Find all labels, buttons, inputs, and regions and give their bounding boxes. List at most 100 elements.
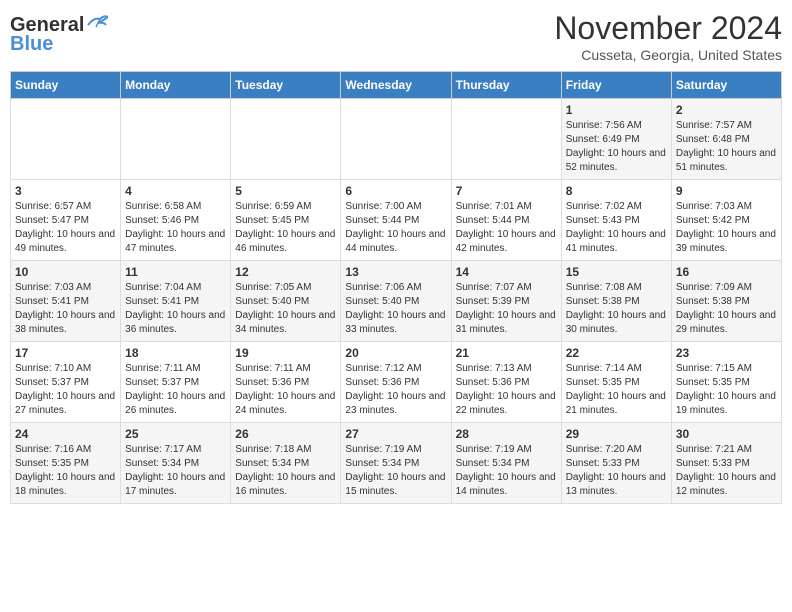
calendar-cell: 23 Sunrise: 7:15 AM Sunset: 5:35 PM Dayli… <box>671 342 781 423</box>
day-info: Sunrise: 7:57 AM Sunset: 6:48 PM Dayligh… <box>676 120 776 173</box>
week-row-1: 1 Sunrise: 7:56 AM Sunset: 6:49 PM Daylig… <box>11 99 782 180</box>
calendar-header-row: SundayMondayTuesdayWednesdayThursdayFrid… <box>11 72 782 99</box>
logo-blue: Blue <box>10 33 53 56</box>
day-info: Sunrise: 6:57 AM Sunset: 5:47 PM Dayligh… <box>15 201 115 254</box>
calendar-cell <box>121 99 231 180</box>
day-number: 30 <box>676 427 777 441</box>
day-number: 24 <box>15 427 116 441</box>
calendar-cell <box>341 99 451 180</box>
header-tuesday: Tuesday <box>231 72 341 99</box>
day-number: 10 <box>15 265 116 279</box>
logo-bird-icon <box>86 15 108 33</box>
day-number: 27 <box>345 427 446 441</box>
calendar-cell: 6 Sunrise: 7:00 AM Sunset: 5:44 PM Daylig… <box>341 180 451 261</box>
day-info: Sunrise: 7:03 AM Sunset: 5:41 PM Dayligh… <box>15 282 115 335</box>
day-number: 7 <box>456 184 557 198</box>
calendar-table: SundayMondayTuesdayWednesdayThursdayFrid… <box>10 71 782 504</box>
calendar-cell <box>451 99 561 180</box>
day-info: Sunrise: 7:21 AM Sunset: 5:33 PM Dayligh… <box>676 444 776 497</box>
day-info: Sunrise: 7:08 AM Sunset: 5:38 PM Dayligh… <box>566 282 666 335</box>
day-number: 23 <box>676 346 777 360</box>
day-number: 6 <box>345 184 446 198</box>
day-info: Sunrise: 7:56 AM Sunset: 6:49 PM Dayligh… <box>566 120 666 173</box>
day-number: 16 <box>676 265 777 279</box>
day-info: Sunrise: 7:17 AM Sunset: 5:34 PM Dayligh… <box>125 444 225 497</box>
day-info: Sunrise: 6:59 AM Sunset: 5:45 PM Dayligh… <box>235 201 335 254</box>
calendar-cell: 2 Sunrise: 7:57 AM Sunset: 6:48 PM Daylig… <box>671 99 781 180</box>
calendar-cell: 18 Sunrise: 7:11 AM Sunset: 5:37 PM Dayli… <box>121 342 231 423</box>
day-number: 25 <box>125 427 226 441</box>
day-number: 17 <box>15 346 116 360</box>
day-info: Sunrise: 7:11 AM Sunset: 5:36 PM Dayligh… <box>235 363 335 416</box>
day-number: 11 <box>125 265 226 279</box>
month-title: November 2024 <box>554 10 782 47</box>
day-info: Sunrise: 7:13 AM Sunset: 5:36 PM Dayligh… <box>456 363 556 416</box>
day-number: 26 <box>235 427 336 441</box>
day-info: Sunrise: 7:04 AM Sunset: 5:41 PM Dayligh… <box>125 282 225 335</box>
day-info: Sunrise: 7:05 AM Sunset: 5:40 PM Dayligh… <box>235 282 335 335</box>
calendar-cell: 30 Sunrise: 7:21 AM Sunset: 5:33 PM Dayli… <box>671 423 781 504</box>
calendar-cell <box>231 99 341 180</box>
day-number: 3 <box>15 184 116 198</box>
calendar-cell: 25 Sunrise: 7:17 AM Sunset: 5:34 PM Dayli… <box>121 423 231 504</box>
calendar-cell: 13 Sunrise: 7:06 AM Sunset: 5:40 PM Dayli… <box>341 261 451 342</box>
day-number: 21 <box>456 346 557 360</box>
day-info: Sunrise: 7:06 AM Sunset: 5:40 PM Dayligh… <box>345 282 445 335</box>
day-info: Sunrise: 7:15 AM Sunset: 5:35 PM Dayligh… <box>676 363 776 416</box>
calendar-cell <box>11 99 121 180</box>
calendar-cell: 12Sunrise: 7:05 AM Sunset: 5:40 PM Dayli… <box>231 261 341 342</box>
day-number: 8 <box>566 184 667 198</box>
header-monday: Monday <box>121 72 231 99</box>
day-info: Sunrise: 7:11 AM Sunset: 5:37 PM Dayligh… <box>125 363 225 416</box>
calendar-cell: 20 Sunrise: 7:12 AM Sunset: 5:36 PM Dayli… <box>341 342 451 423</box>
day-info: Sunrise: 7:16 AM Sunset: 5:35 PM Dayligh… <box>15 444 115 497</box>
calendar-cell: 24 Sunrise: 7:16 AM Sunset: 5:35 PM Dayli… <box>11 423 121 504</box>
day-info: Sunrise: 7:19 AM Sunset: 5:34 PM Dayligh… <box>456 444 556 497</box>
calendar-cell: 9Sunrise: 7:03 AM Sunset: 5:42 PM Daylig… <box>671 180 781 261</box>
day-info: Sunrise: 7:10 AM Sunset: 5:37 PM Dayligh… <box>15 363 115 416</box>
day-number: 29 <box>566 427 667 441</box>
day-info: Sunrise: 7:00 AM Sunset: 5:44 PM Dayligh… <box>345 201 445 254</box>
week-row-2: 3 Sunrise: 6:57 AM Sunset: 5:47 PM Daylig… <box>11 180 782 261</box>
week-row-3: 10 Sunrise: 7:03 AM Sunset: 5:41 PM Dayli… <box>11 261 782 342</box>
day-info: Sunrise: 7:01 AM Sunset: 5:44 PM Dayligh… <box>456 201 556 254</box>
page-header: General Blue November 2024 Cusseta, Geor… <box>10 10 782 63</box>
day-number: 9 <box>676 184 777 198</box>
calendar-cell: 11 Sunrise: 7:04 AM Sunset: 5:41 PM Dayli… <box>121 261 231 342</box>
calendar-cell: 17 Sunrise: 7:10 AM Sunset: 5:37 PM Dayli… <box>11 342 121 423</box>
week-row-4: 17 Sunrise: 7:10 AM Sunset: 5:37 PM Dayli… <box>11 342 782 423</box>
day-info: Sunrise: 6:58 AM Sunset: 5:46 PM Dayligh… <box>125 201 225 254</box>
header-thursday: Thursday <box>451 72 561 99</box>
day-info: Sunrise: 7:12 AM Sunset: 5:36 PM Dayligh… <box>345 363 445 416</box>
day-info: Sunrise: 7:07 AM Sunset: 5:39 PM Dayligh… <box>456 282 556 335</box>
day-number: 20 <box>345 346 446 360</box>
calendar-cell: 28 Sunrise: 7:19 AM Sunset: 5:34 PM Dayli… <box>451 423 561 504</box>
day-number: 1 <box>566 103 667 117</box>
day-number: 2 <box>676 103 777 117</box>
week-row-5: 24 Sunrise: 7:16 AM Sunset: 5:35 PM Dayli… <box>11 423 782 504</box>
logo: General Blue <box>10 10 108 56</box>
day-info: Sunrise: 7:14 AM Sunset: 5:35 PM Dayligh… <box>566 363 666 416</box>
day-info: Sunrise: 7:02 AM Sunset: 5:43 PM Dayligh… <box>566 201 666 254</box>
calendar-cell: 7 Sunrise: 7:01 AM Sunset: 5:44 PM Daylig… <box>451 180 561 261</box>
calendar-cell: 5Sunrise: 6:59 AM Sunset: 5:45 PM Daylig… <box>231 180 341 261</box>
calendar-cell: 27Sunrise: 7:19 AM Sunset: 5:34 PM Dayli… <box>341 423 451 504</box>
location-subtitle: Cusseta, Georgia, United States <box>554 47 782 63</box>
calendar-cell: 29 Sunrise: 7:20 AM Sunset: 5:33 PM Dayli… <box>561 423 671 504</box>
calendar-cell: 14 Sunrise: 7:07 AM Sunset: 5:39 PM Dayli… <box>451 261 561 342</box>
day-info: Sunrise: 7:18 AM Sunset: 5:34 PM Dayligh… <box>235 444 335 497</box>
calendar-cell: 26 Sunrise: 7:18 AM Sunset: 5:34 PM Dayli… <box>231 423 341 504</box>
day-number: 13 <box>345 265 446 279</box>
header-sunday: Sunday <box>11 72 121 99</box>
day-number: 19 <box>235 346 336 360</box>
day-number: 18 <box>125 346 226 360</box>
day-number: 15 <box>566 265 667 279</box>
day-number: 22 <box>566 346 667 360</box>
day-info: Sunrise: 7:20 AM Sunset: 5:33 PM Dayligh… <box>566 444 666 497</box>
calendar-cell: 1 Sunrise: 7:56 AM Sunset: 6:49 PM Daylig… <box>561 99 671 180</box>
calendar-cell: 8 Sunrise: 7:02 AM Sunset: 5:43 PM Daylig… <box>561 180 671 261</box>
day-number: 14 <box>456 265 557 279</box>
header-friday: Friday <box>561 72 671 99</box>
day-number: 28 <box>456 427 557 441</box>
calendar-cell: 10 Sunrise: 7:03 AM Sunset: 5:41 PM Dayli… <box>11 261 121 342</box>
